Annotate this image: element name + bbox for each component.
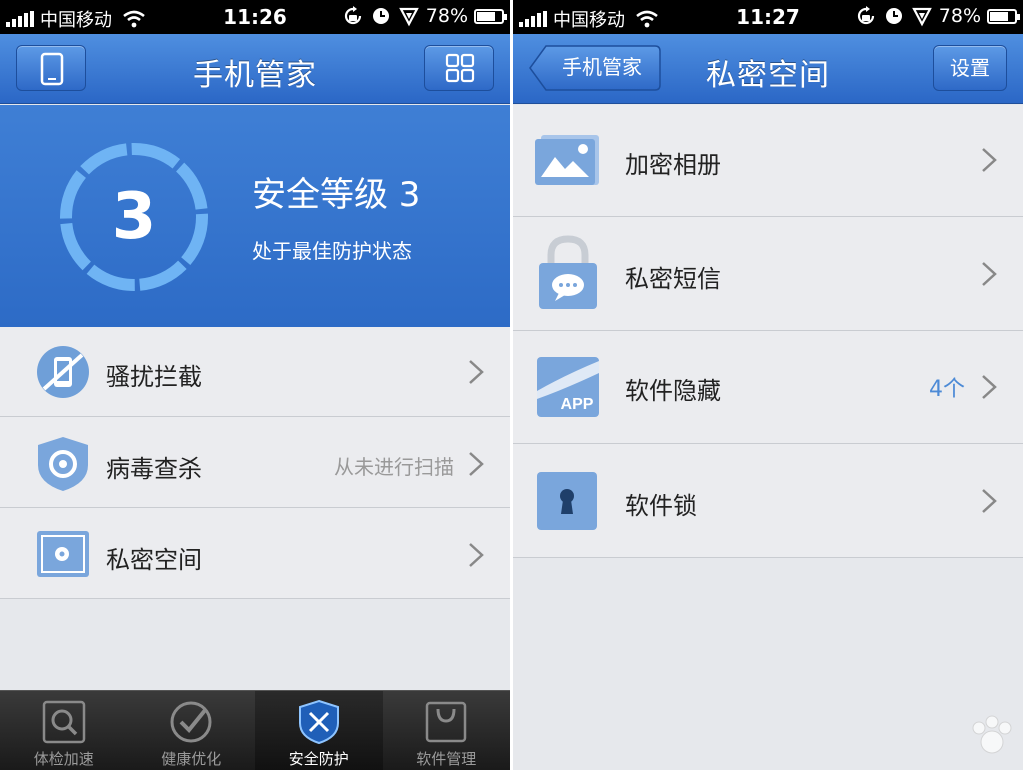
status-bar: 中国移动 11:27 78%: [513, 0, 1023, 34]
list-item-harassment-block[interactable]: 骚扰拦截: [0, 327, 510, 417]
location-arrow-icon: [911, 7, 932, 27]
tab-checkup-speedup[interactable]: 体检加速: [0, 691, 128, 770]
chevron-right-icon: [982, 489, 997, 513]
left-screen: 中国移动 11:26 78% 手机管家 3 安全等级 3 处于最佳防护状态 骚扰…: [0, 0, 510, 770]
list-item-app-lock[interactable]: 软件锁: [513, 444, 1023, 558]
chevron-right-icon: [469, 452, 484, 476]
keyhole-lock-icon: [537, 472, 597, 530]
shield-target-icon: [38, 437, 88, 491]
lock-message-icon: [539, 235, 597, 309]
scan-status-text: 从未进行扫描: [334, 455, 454, 479]
chevron-right-icon: [982, 262, 997, 286]
tab-health-optimize[interactable]: 健康优化: [128, 691, 256, 770]
alarm-clock-icon: [885, 8, 902, 24]
list-item-label: 加密相册: [625, 151, 721, 179]
private-space-list: 加密相册 私密短信 APP 软件隐藏 4个 软件锁: [513, 105, 1023, 558]
list-item-label: 软件锁: [625, 492, 697, 520]
battery-fill: [477, 11, 496, 21]
list-item-label: 私密空间: [106, 546, 202, 574]
battery-icon: [474, 8, 507, 24]
status-bar: 中国移动 11:26 78%: [0, 0, 510, 34]
alarm-clock-icon: [372, 8, 389, 24]
settings-button-label: 设置: [950, 56, 990, 80]
list-item-label: 软件隐藏: [625, 377, 721, 405]
right-screen: 中国移动 11:27 78% 手机管家 私密空间 设置 加密相册 私密短信 AP…: [513, 0, 1023, 770]
list-item-private-sms[interactable]: 私密短信: [513, 217, 1023, 331]
rotation-lock-icon: [857, 6, 874, 25]
tab-label: 体检加速: [33, 750, 94, 768]
phone-block-icon: [37, 346, 89, 398]
chevron-right-icon: [982, 375, 997, 399]
tab-label: 健康优化: [161, 750, 222, 768]
location-arrow-icon: [398, 7, 419, 27]
list-item-hide-apps[interactable]: APP 软件隐藏 4个: [513, 331, 1023, 444]
tab-bar: 体检加速 健康优化 安全防护 软件管理: [0, 690, 510, 770]
grid-icon: [445, 53, 475, 83]
safe-box-icon: [37, 531, 89, 577]
security-level-panel: 3 安全等级 3 处于最佳防护状态: [0, 105, 510, 327]
photo-album-icon: [535, 135, 599, 185]
security-status-text: 处于最佳防护状态: [252, 239, 412, 263]
list-item-label: 私密短信: [625, 265, 721, 293]
app-hide-icon: APP: [537, 357, 599, 417]
tab-security-protection[interactable]: 安全防护: [255, 691, 383, 770]
feature-list: 骚扰拦截 病毒查杀 从未进行扫描 私密空间: [0, 327, 510, 599]
battery-percent: 78%: [938, 5, 981, 27]
chevron-right-icon: [982, 148, 997, 172]
list-item-label: 病毒查杀: [106, 455, 202, 483]
tab-label: 软件管理: [416, 750, 477, 768]
security-level-title: 安全等级 3: [252, 175, 421, 215]
battery-percent: 78%: [425, 5, 468, 27]
list-item-encrypted-album[interactable]: 加密相册: [513, 105, 1023, 217]
list-item-virus-scan[interactable]: 病毒查杀 从未进行扫描: [0, 417, 510, 508]
shield-swords-icon: [298, 699, 339, 745]
nav-bar: 手机管家 私密空间 设置: [513, 34, 1023, 104]
chevron-right-icon: [469, 360, 484, 384]
hidden-app-count: 4个: [929, 377, 965, 402]
security-level-number: 3: [111, 180, 157, 254]
checkmark-circle-icon: [170, 701, 212, 743]
watermark-paw-icon: [972, 715, 1012, 754]
nav-bar: 手机管家: [0, 34, 510, 104]
battery-fill: [990, 11, 1009, 21]
list-item-private-space[interactable]: 私密空间: [0, 508, 510, 599]
grid-menu-button[interactable]: [424, 45, 494, 91]
rotation-lock-icon: [344, 6, 361, 25]
battery-icon: [987, 8, 1020, 24]
tab-label: 安全防护: [288, 750, 349, 768]
magnifier-icon: [42, 700, 85, 744]
tab-software-management[interactable]: 软件管理: [383, 691, 511, 770]
settings-button[interactable]: 设置: [933, 45, 1007, 91]
chevron-right-icon: [469, 543, 484, 567]
list-item-label: 骚扰拦截: [106, 363, 202, 391]
shopping-bag-icon: [426, 701, 467, 743]
app-icon-text: APP: [561, 396, 594, 413]
